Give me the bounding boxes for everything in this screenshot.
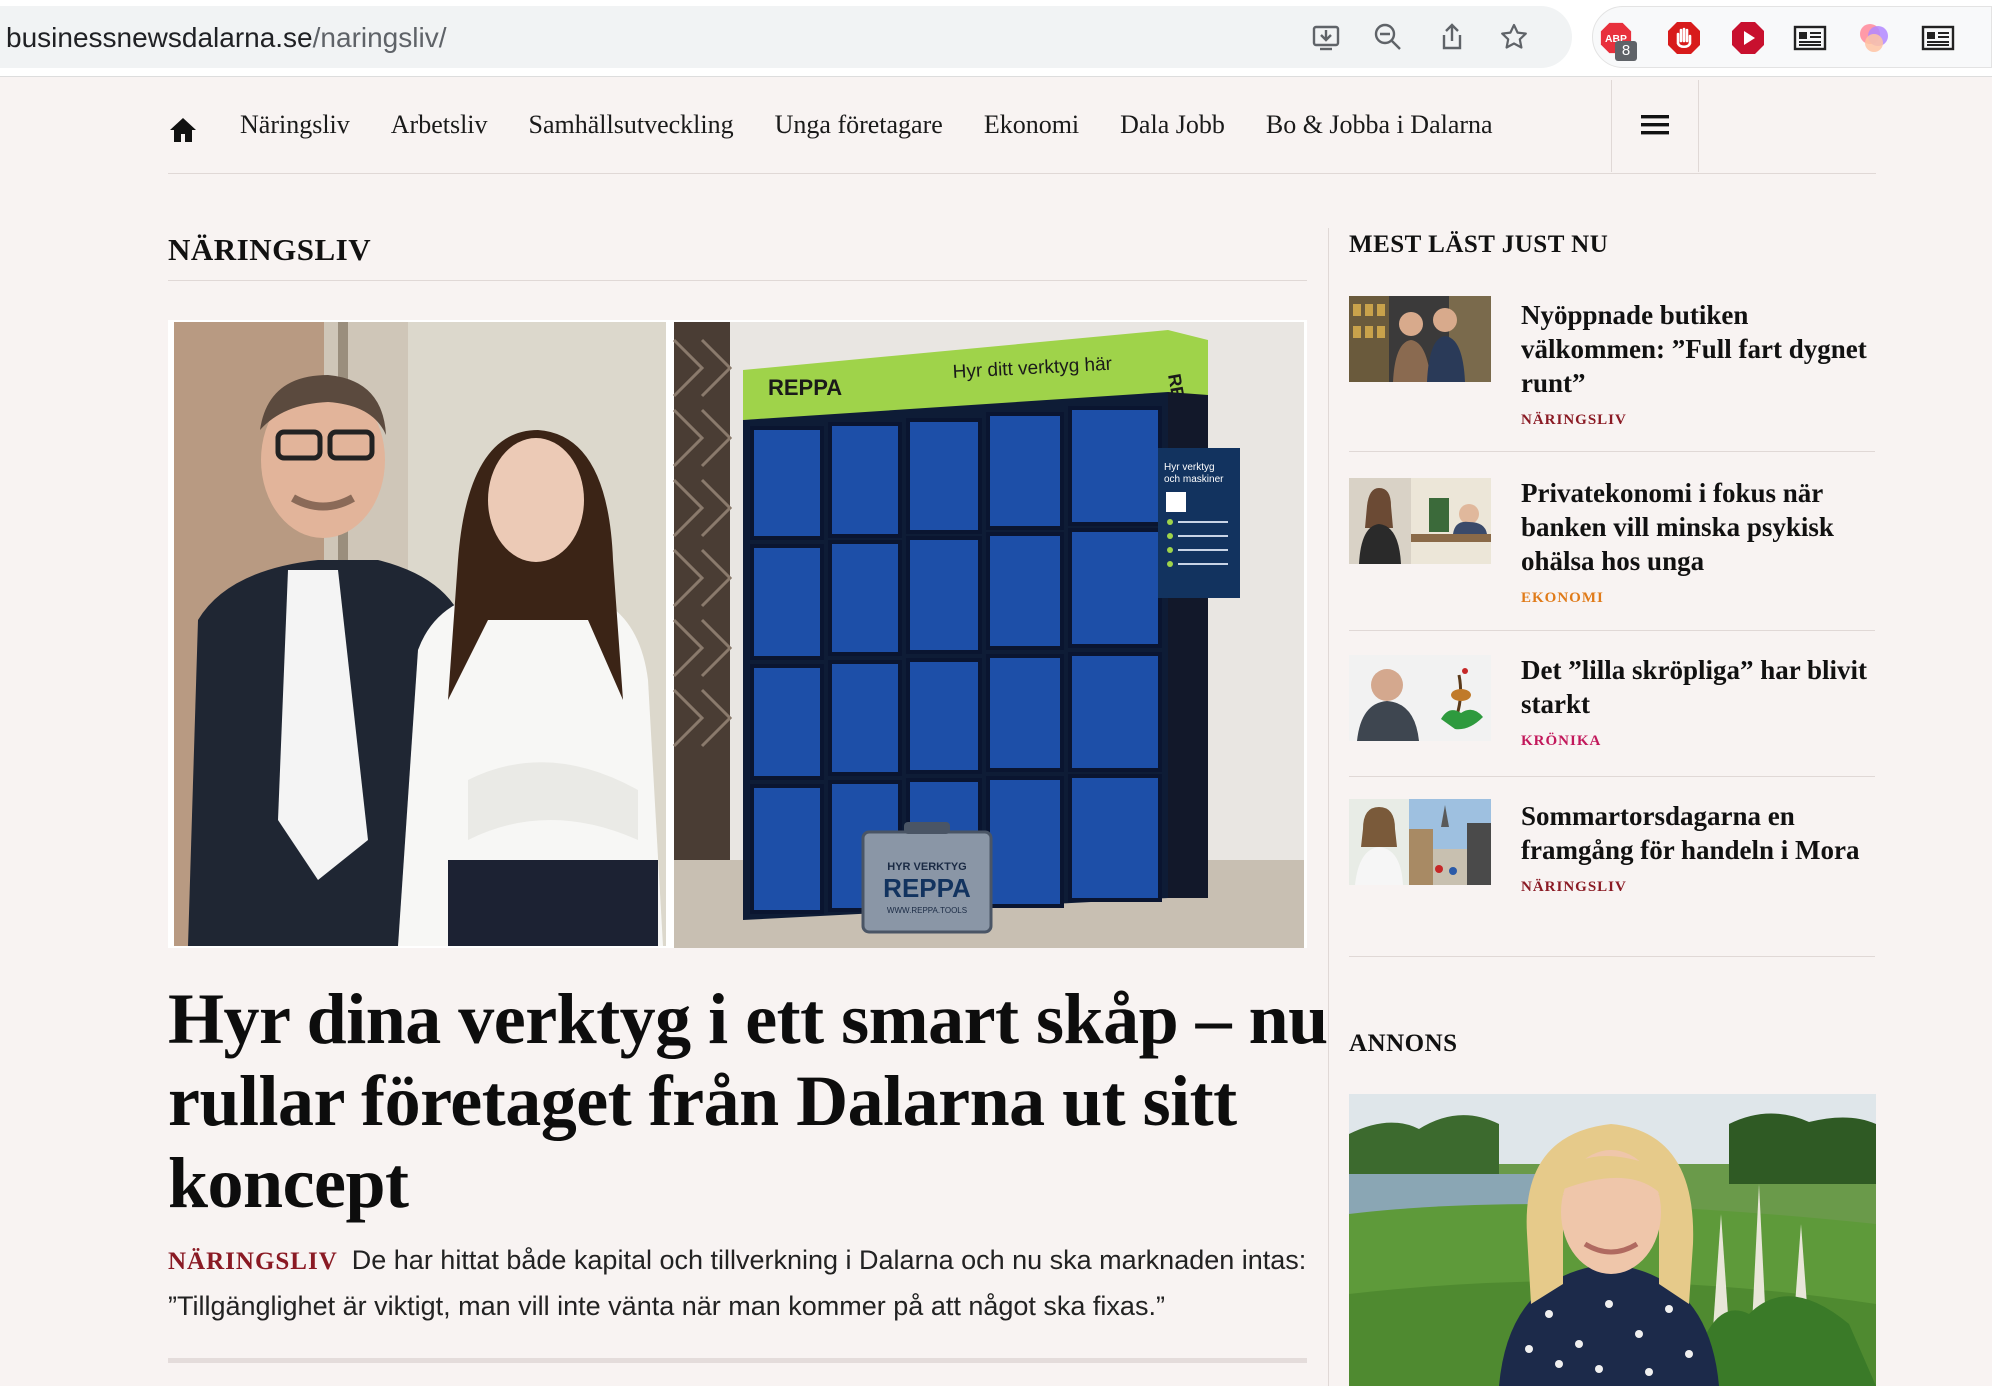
nav-item-dala-jobb[interactable]: Dala Jobb: [1120, 110, 1225, 140]
article-headline[interactable]: Hyr dina verktyg i ett smart skåp – nu r…: [168, 978, 1328, 1224]
most-read-category[interactable]: NÄRINGSLIV: [1521, 412, 1875, 429]
browser-toolbar: businessnewsdalarna.se/naringsliv/ ABP 8: [0, 0, 1992, 77]
adblock-hand-icon[interactable]: [1667, 21, 1701, 55]
article-divider: [168, 1358, 1307, 1363]
extensions-area: ABP 8: [1592, 6, 1992, 68]
nav-item-unga-foretagare[interactable]: Unga företagare: [775, 110, 943, 140]
case-brand: REPPA: [883, 873, 971, 903]
share-icon[interactable]: [1436, 21, 1468, 53]
list-item[interactable]: Det ”lilla skröpliga” har blivit starkt …: [1349, 631, 1875, 777]
section-title: NÄRINGSLIV: [168, 232, 372, 267]
most-read-headline[interactable]: Det ”lilla skröpliga” har blivit starkt: [1521, 653, 1875, 721]
site-navigation: Näringsliv Arbetsliv Samhällsutveckling …: [168, 80, 1876, 174]
list-item[interactable]: Sommartorsdagarna en framgång för handel…: [1349, 777, 1875, 957]
most-read-headline[interactable]: Privatekonomi i fokus när banken vill mi…: [1521, 476, 1875, 578]
most-read-headline[interactable]: Sommartorsdagarna en framgång för handel…: [1521, 799, 1875, 867]
most-read-category[interactable]: KRÖNIKA: [1521, 733, 1875, 750]
hero-photo-locker: REPPA Hyr ditt verktyg här REPPA: [672, 322, 1304, 948]
ad-label: ANNONS: [1349, 1030, 1458, 1057]
nav-divider: [1698, 80, 1699, 172]
video-play-icon[interactable]: [1731, 21, 1765, 55]
thumbnail[interactable]: [1349, 799, 1491, 885]
most-read-category[interactable]: EKONOMI: [1521, 590, 1875, 607]
zoom-icon[interactable]: [1372, 21, 1404, 53]
article-lead-text: De har hittat både kapital och tillverkn…: [168, 1245, 1307, 1321]
color-extension-icon[interactable]: [1857, 21, 1891, 55]
address-bar[interactable]: businessnewsdalarna.se/naringsliv/: [0, 6, 1572, 68]
hero-photo-people: [174, 322, 668, 946]
url-host: businessnewsdalarna.se: [6, 22, 313, 53]
news-reader-icon[interactable]: [1921, 21, 1955, 55]
reader-view-icon[interactable]: [1793, 21, 1827, 55]
abp-badge: 8: [1615, 41, 1637, 61]
thumbnail[interactable]: [1349, 296, 1491, 382]
bookmark-star-icon[interactable]: [1498, 21, 1530, 53]
most-read-headline[interactable]: Nyöppnade butiken välkommen: ”Full fart …: [1521, 298, 1875, 400]
column-divider: [1328, 228, 1329, 1386]
locker-brand: REPPA: [768, 375, 842, 400]
section-divider: [168, 280, 1307, 281]
most-read-title: MEST LÄST JUST NU: [1349, 231, 1609, 258]
nav-item-ekonomi[interactable]: Ekonomi: [984, 110, 1079, 140]
adblock-plus-icon[interactable]: ABP 8: [1599, 21, 1637, 61]
sign-line-2: och maskiner: [1164, 474, 1224, 485]
case-line: HYR VERKTYG: [887, 861, 966, 873]
url-text[interactable]: businessnewsdalarna.se/naringsliv/: [6, 22, 446, 54]
nav-item-naringsliv[interactable]: Näringsliv: [240, 110, 350, 140]
article-category[interactable]: NÄRINGSLIV: [168, 1248, 338, 1275]
install-app-icon[interactable]: [1310, 21, 1342, 53]
nav-item-samhallsutveckling[interactable]: Samhällsutveckling: [529, 110, 734, 140]
most-read-category[interactable]: NÄRINGSLIV: [1521, 879, 1875, 896]
most-read-list: Nyöppnade butiken välkommen: ”Full fart …: [1349, 290, 1875, 957]
url-path: /naringsliv/: [312, 22, 447, 53]
sign-line-1: Hyr verktyg: [1164, 462, 1215, 473]
hamburger-menu-icon[interactable]: [1641, 114, 1669, 136]
nav-items: Näringsliv Arbetsliv Samhällsutveckling …: [240, 110, 1534, 140]
thumbnail[interactable]: [1349, 655, 1491, 741]
hero-image[interactable]: REPPA Hyr ditt verktyg här REPPA: [168, 320, 1307, 948]
home-icon[interactable]: [168, 116, 198, 144]
case-url: WWW.REPPA.TOOLS: [887, 906, 967, 915]
list-item[interactable]: Nyöppnade butiken välkommen: ”Full fart …: [1349, 290, 1875, 452]
nav-item-bo-jobba[interactable]: Bo & Jobba i Dalarna: [1266, 110, 1493, 140]
thumbnail[interactable]: [1349, 478, 1491, 564]
list-item[interactable]: Privatekonomi i fokus när banken vill mi…: [1349, 452, 1875, 631]
nav-divider: [1611, 80, 1612, 172]
nav-item-arbetsliv[interactable]: Arbetsliv: [391, 110, 488, 140]
article-lead: NÄRINGSLIV De har hittat både kapital och…: [168, 1238, 1328, 1329]
advertisement-image[interactable]: [1349, 1094, 1876, 1386]
